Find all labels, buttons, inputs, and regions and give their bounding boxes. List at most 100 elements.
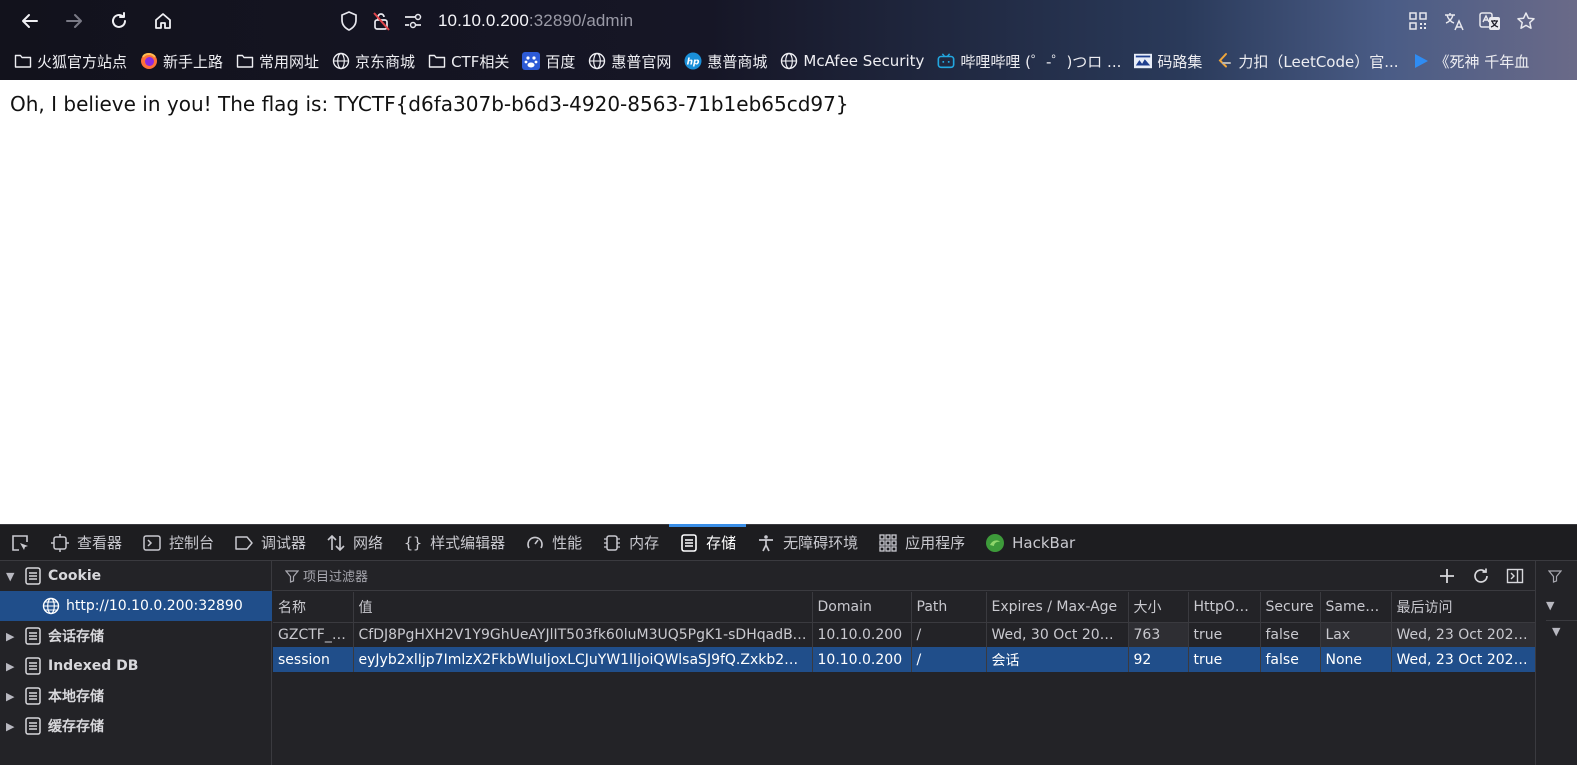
tab-style-editor[interactable]: {} 样式编辑器	[393, 525, 515, 560]
column-header[interactable]: 大小	[1128, 592, 1189, 623]
expanded-triangle-icon[interactable]: ▼	[1546, 599, 1554, 612]
table-cell[interactable]: None	[1320, 647, 1392, 672]
sidebar-item-cookie[interactable]: ▼ Cookie	[0, 561, 272, 591]
tab-memory[interactable]: 内存	[592, 525, 669, 560]
storage-icon	[24, 567, 42, 585]
column-header[interactable]: Domain	[812, 592, 912, 623]
back-button[interactable]	[15, 6, 45, 36]
table-cell[interactable]: Wed, 30 Oct 2024 ...	[986, 622, 1129, 647]
column-header[interactable]: Expires / Max-Age	[986, 592, 1129, 623]
table-cell[interactable]: 10.10.0.200	[812, 622, 912, 647]
sidebar-item-label: 缓存存储	[48, 719, 104, 735]
collapsed-triangle-icon[interactable]: ▶	[6, 720, 22, 733]
refresh-button[interactable]	[1467, 563, 1495, 589]
sidebar-item-session-storage[interactable]: ▶ 会话存储	[0, 621, 272, 651]
bookmark-item[interactable]: CTF相关	[422, 48, 516, 74]
table-cell[interactable]: /	[911, 622, 987, 647]
table-cell[interactable]: 763	[1128, 622, 1189, 647]
tab-performance[interactable]: 性能	[515, 525, 592, 560]
expanded-triangle-icon[interactable]: ▼	[1552, 625, 1560, 638]
column-header[interactable]: SameSite	[1320, 592, 1392, 623]
sidebar-item-cache-storage[interactable]: ▶ 缓存存储	[0, 711, 272, 741]
bookmark-item[interactable]: McAfee Security	[774, 48, 931, 74]
permissions-icon[interactable]	[400, 8, 426, 34]
bookmark-item[interactable]: 新手上路	[134, 48, 230, 74]
tab-label: 内存	[629, 534, 660, 552]
tab-application[interactable]: 应用程序	[868, 525, 975, 560]
column-header[interactable]: Secure	[1260, 592, 1321, 623]
table-cell[interactable]: 92	[1128, 647, 1189, 672]
table-cell[interactable]: /	[911, 647, 987, 672]
insecure-lock-icon[interactable]	[368, 8, 394, 34]
qr-code-button[interactable]	[1403, 6, 1433, 36]
bookmark-item[interactable]: 码路集	[1128, 48, 1209, 74]
tab-hackbar[interactable]: HackBar	[975, 525, 1085, 560]
shield-icon[interactable]	[336, 8, 362, 34]
filter-input[interactable]: 项目过滤器	[285, 566, 368, 585]
column-header[interactable]: Path	[911, 592, 987, 623]
url-bar[interactable]: 10.10.0.200:32890/admin	[336, 6, 1376, 36]
table-cell[interactable]: session	[273, 647, 354, 672]
bookmark-item[interactable]: 常用网址	[230, 48, 326, 74]
bookmark-item[interactable]: 京东商城	[326, 48, 422, 74]
inspector-icon	[50, 533, 70, 553]
table-cell[interactable]: Wed, 23 Oct 2024 ...	[1391, 622, 1536, 647]
table-cell[interactable]: 10.10.0.200	[812, 647, 912, 672]
table-cell[interactable]: eyJyb2xlIjp7ImlzX2FkbWluIjoxLCJuYW1lIjoi…	[353, 647, 813, 672]
bookmark-item[interactable]: 百度	[516, 48, 582, 74]
bookmark-item[interactable]: hp 惠普商城	[678, 48, 774, 74]
table-cell[interactable]: 会话	[986, 647, 1129, 672]
bookmark-item[interactable]: 力扣（LeetCode）官...	[1209, 48, 1405, 74]
collapsed-triangle-icon[interactable]: ▶	[6, 630, 22, 643]
table-row[interactable]: session eyJyb2xlIjp7ImlzX2FkbWluIjoxLCJuY…	[273, 647, 1536, 672]
play-icon	[1412, 52, 1430, 70]
storage-icon	[24, 717, 42, 735]
reload-button[interactable]	[104, 6, 134, 36]
expanded-triangle-icon[interactable]: ▼	[6, 570, 22, 583]
sidebar-item-cookie-host[interactable]: http://10.10.0.200:32890	[0, 591, 272, 621]
bookmark-item[interactable]: 哔哩哔哩 (゜-゜)つロ ...	[931, 48, 1128, 74]
tab-storage[interactable]: 存储	[669, 524, 747, 560]
table-cell[interactable]: GZCTF_T...	[273, 622, 354, 647]
hackbar-icon	[985, 533, 1005, 553]
tab-label: 性能	[552, 534, 583, 552]
forward-button[interactable]	[59, 6, 89, 36]
add-item-button[interactable]	[1433, 563, 1461, 589]
column-header[interactable]: 值	[353, 592, 813, 623]
column-header[interactable]: HttpOnly	[1188, 592, 1261, 623]
table-cell[interactable]: CfDJ8PgHXH2V1Y9GhUeAYJlIT503fk60luM3UQ5P…	[353, 622, 813, 647]
table-cell[interactable]: false	[1260, 647, 1321, 672]
tab-inspector[interactable]: 查看器	[40, 525, 132, 560]
table-cell[interactable]: false	[1260, 622, 1321, 647]
table-row[interactable]: GZCTF_T... CfDJ8PgHXH2V1Y9GhUeAYJlIT503fk…	[273, 622, 1536, 647]
bookmark-item[interactable]: 火狐官方站点	[8, 48, 134, 74]
qr-code-icon	[1409, 12, 1427, 30]
tab-accessibility[interactable]: 无障碍环境	[746, 525, 868, 560]
url-text[interactable]: 10.10.0.200:32890/admin	[438, 11, 633, 31]
sidebar-item-local-storage[interactable]: ▶ 本地存储	[0, 681, 272, 711]
collapsed-triangle-icon[interactable]: ▶	[6, 690, 22, 703]
collapsed-triangle-icon[interactable]: ▶	[6, 660, 22, 673]
tab-debugger[interactable]: 调试器	[224, 525, 316, 560]
bookmark-item[interactable]: 惠普官网	[582, 48, 678, 74]
page-translate-button[interactable]	[1475, 6, 1505, 36]
tab-console[interactable]: 控制台	[132, 525, 224, 560]
navigation-bar: 10.10.0.200:32890/admin	[0, 0, 1577, 42]
table-cell[interactable]: Wed, 23 Oct 2024 ...	[1391, 647, 1536, 672]
toggle-sidebar-button[interactable]	[1501, 563, 1529, 589]
element-picker-button[interactable]	[0, 525, 40, 560]
plus-icon	[1440, 569, 1454, 583]
column-header[interactable]: 名称	[273, 592, 354, 623]
refresh-icon	[1474, 568, 1488, 583]
translate-button[interactable]	[1439, 6, 1469, 36]
column-header[interactable]: 最后访问	[1391, 592, 1536, 623]
table-cell[interactable]: Lax	[1320, 622, 1392, 647]
tab-network[interactable]: 网络	[316, 525, 393, 560]
sidebar-item-indexed-db[interactable]: ▶ Indexed DB	[0, 651, 272, 681]
bookmark-star-button[interactable]	[1511, 6, 1541, 36]
bookmark-item[interactable]: 《死神 千年血	[1406, 48, 1537, 74]
table-cell[interactable]: true	[1188, 647, 1261, 672]
table-cell[interactable]: true	[1188, 622, 1261, 647]
home-button[interactable]	[148, 6, 178, 36]
filter-icon	[285, 569, 299, 583]
